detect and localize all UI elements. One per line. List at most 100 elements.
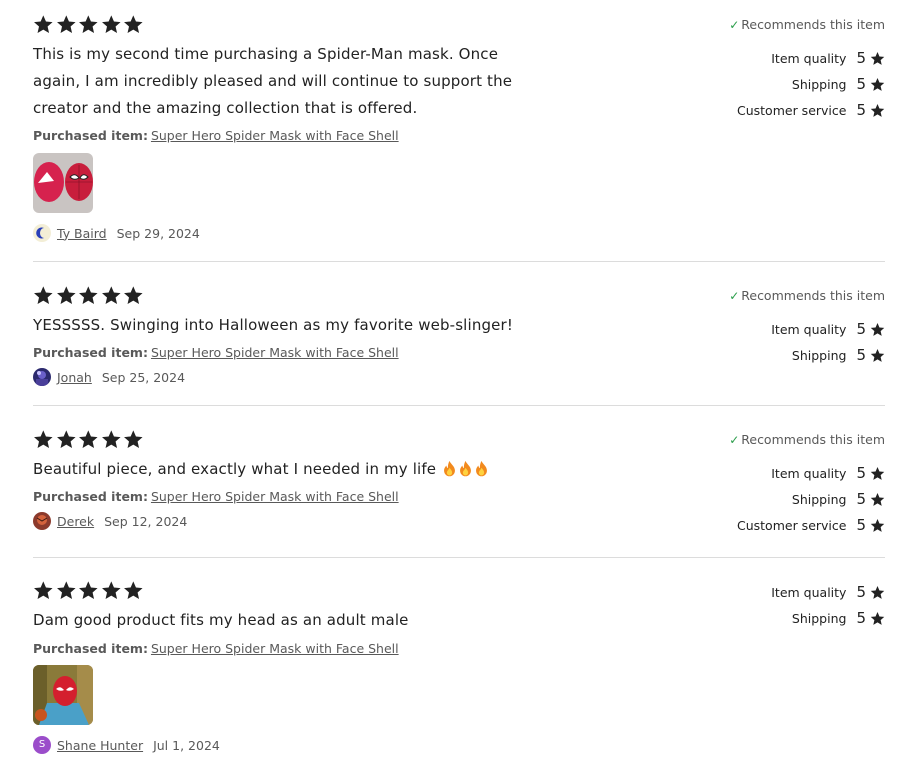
avatar: S (33, 736, 51, 754)
rating-row: Customer service 5 (729, 97, 885, 123)
fire-emoji-icon (458, 460, 473, 477)
rating-label: Shipping (791, 610, 847, 626)
rating-label: Item quality (771, 584, 847, 600)
review-byline: S Shane Hunter Jul 1, 2024 (33, 736, 220, 754)
review-byline: Jonah Sep 25, 2024 (33, 368, 185, 386)
recommends-badge: ✓ Recommends this item (729, 288, 885, 303)
spider-mask-photo-icon (33, 153, 93, 213)
rating-value: 5 (856, 609, 866, 627)
review-text-row: Beautiful piece, and exactly what I need… (33, 456, 593, 483)
author-link[interactable]: Derek (57, 514, 94, 529)
star-icon (870, 103, 885, 118)
author-link[interactable]: Shane Hunter (57, 738, 143, 753)
review-text: Beautiful piece, and exactly what I need… (33, 460, 437, 478)
star-icon (870, 348, 885, 363)
rating-row: Shipping 5 (729, 486, 885, 512)
star-icon (123, 429, 144, 450)
star-icon (123, 285, 144, 306)
purchased-item: Purchased item: Super Hero Spider Mask wi… (33, 128, 399, 143)
star-icon (870, 77, 885, 92)
purchased-item: Purchased item: Super Hero Spider Mask wi… (33, 345, 399, 360)
recommends-label: Recommends this item (741, 288, 885, 303)
rating-breakdown: Item quality 5 Shipping 5 (771, 579, 885, 631)
check-icon: ✓ (729, 432, 740, 447)
star-icon (101, 429, 122, 450)
star-icon (123, 14, 144, 35)
star-icon (870, 466, 885, 481)
purchased-item: Purchased item: Super Hero Spider Mask wi… (33, 489, 399, 504)
check-icon: ✓ (729, 17, 740, 32)
star-icon (78, 429, 99, 450)
rating-label: Shipping (791, 76, 847, 92)
star-icon (101, 580, 122, 601)
rating-breakdown: ✓ Recommends this item Item quality 5 Ship… (729, 432, 885, 538)
rating-row: Shipping 5 (771, 605, 885, 631)
review-date: Jul 1, 2024 (153, 737, 220, 753)
divider (33, 557, 885, 558)
rating-label: Shipping (791, 347, 847, 363)
rating-row: Item quality 5 (729, 316, 885, 342)
recommends-badge: ✓ Recommends this item (729, 17, 885, 32)
rating-value: 5 (856, 464, 866, 482)
mask-wearer-photo-icon (33, 665, 93, 725)
rating-row: Shipping 5 (729, 342, 885, 368)
divider (33, 261, 885, 262)
fire-emoji-icon (474, 460, 489, 477)
author-link[interactable]: Ty Baird (57, 226, 107, 241)
review-date: Sep 12, 2024 (104, 513, 188, 529)
avatar (33, 512, 51, 530)
item-link[interactable]: Super Hero Spider Mask with Face Shell (151, 641, 399, 656)
item-link[interactable]: Super Hero Spider Mask with Face Shell (151, 345, 399, 360)
review-photo[interactable] (33, 665, 93, 725)
star-rating (33, 580, 885, 602)
rating-row: Shipping 5 (729, 71, 885, 97)
review-byline: Ty Baird Sep 29, 2024 (33, 224, 200, 242)
star-icon (78, 285, 99, 306)
user-photo-avatar-icon (36, 371, 48, 386)
star-icon (33, 285, 54, 306)
purchased-label: Purchased item: (33, 345, 148, 360)
star-icon (123, 580, 144, 601)
author-link[interactable]: Jonah (57, 370, 92, 385)
rating-value: 5 (856, 75, 866, 93)
avatar-initial: S (38, 739, 46, 750)
review-card: Beautiful piece, and exactly what I need… (33, 429, 885, 534)
star-icon (870, 51, 885, 66)
rating-label: Item quality (771, 465, 847, 481)
user-photo-avatar-icon (36, 515, 48, 525)
star-icon (870, 492, 885, 507)
star-icon (56, 580, 77, 601)
rating-value: 5 (856, 583, 866, 601)
rating-value: 5 (856, 516, 866, 534)
star-icon (101, 285, 122, 306)
rating-breakdown: ✓ Recommends this item Item quality 5 Ship… (729, 288, 885, 368)
review-card: YESSSSS. Swinging into Halloween as my f… (33, 285, 885, 386)
moon-avatar-icon (36, 227, 44, 239)
fire-emoji-icon (442, 460, 457, 477)
check-icon: ✓ (729, 288, 740, 303)
star-icon (870, 585, 885, 600)
rating-row: Item quality 5 (729, 45, 885, 71)
review-byline: Derek Sep 12, 2024 (33, 512, 187, 530)
item-link[interactable]: Super Hero Spider Mask with Face Shell (151, 128, 399, 143)
review-date: Sep 25, 2024 (101, 369, 186, 385)
review-card: Dam good product fits my head as an adul… (33, 580, 885, 754)
rating-value: 5 (856, 346, 866, 364)
review-text: Dam good product fits my head as an adul… (33, 611, 409, 629)
avatar (33, 224, 51, 242)
rating-value: 5 (856, 49, 866, 67)
recommends-label: Recommends this item (741, 432, 885, 447)
purchased-item: Purchased item: Super Hero Spider Mask wi… (33, 641, 399, 656)
purchased-label: Purchased item: (33, 128, 148, 143)
review-text: YESSSSS. Swinging into Halloween as my f… (33, 316, 514, 334)
review-date: Sep 29, 2024 (116, 225, 200, 241)
rating-row: Item quality 5 (729, 460, 885, 486)
item-link[interactable]: Super Hero Spider Mask with Face Shell (151, 489, 399, 504)
review-photo[interactable] (33, 153, 93, 213)
star-icon (33, 580, 54, 601)
avatar (33, 368, 51, 386)
star-icon (78, 14, 99, 35)
review-text: This is my second time purchasing a Spid… (33, 45, 513, 117)
purchased-label: Purchased item: (33, 641, 148, 656)
star-icon (33, 14, 54, 35)
